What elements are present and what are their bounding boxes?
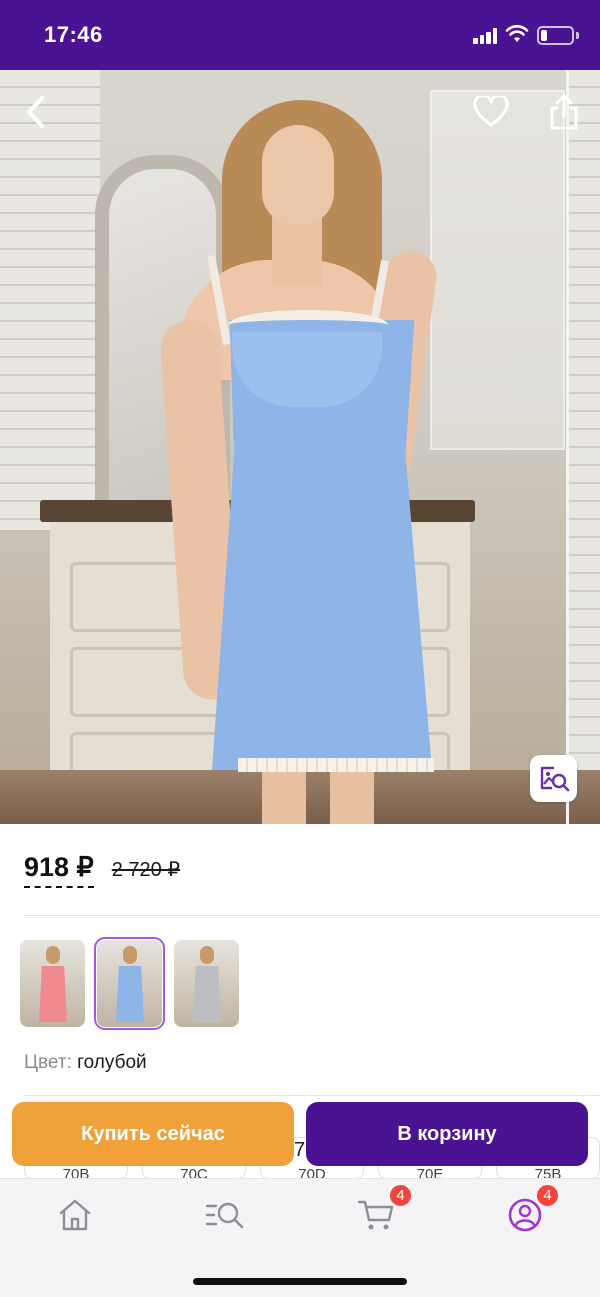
- back-button[interactable]: [14, 90, 58, 134]
- color-variant-gray[interactable]: [174, 940, 239, 1027]
- divider: [24, 915, 600, 916]
- share-button[interactable]: [542, 90, 586, 134]
- home-icon: [59, 1199, 91, 1231]
- status-bar: 17:46: [0, 0, 600, 70]
- wifi-icon: [505, 25, 529, 42]
- color-variant-pink[interactable]: [20, 940, 85, 1027]
- share-icon: [550, 94, 578, 130]
- signal-icon: [473, 28, 499, 44]
- tab-catalog-search[interactable]: [203, 1193, 247, 1237]
- price-old: 2 720 ₽: [111, 859, 181, 881]
- color-label: Цвет: голубой: [24, 1052, 147, 1074]
- image-search-icon: [540, 766, 569, 791]
- search-by-photo-button[interactable]: [530, 755, 577, 802]
- product-image[interactable]: [0, 70, 600, 824]
- model-face: [262, 125, 334, 225]
- cart-icon: [357, 1200, 394, 1230]
- search-catalog-icon: [205, 1202, 244, 1229]
- home-indicator: [193, 1278, 407, 1285]
- divider: [24, 1095, 600, 1096]
- favorite-button[interactable]: [469, 90, 513, 134]
- chevron-left-icon: [27, 96, 44, 128]
- buy-now-button[interactable]: Купить сейчас: [12, 1102, 294, 1166]
- price-row: 918 ₽ 2 720 ₽: [24, 852, 180, 892]
- profile-badge: 4: [535, 1183, 560, 1208]
- status-time: 17:46: [44, 22, 103, 47]
- price-current[interactable]: 918 ₽: [24, 852, 94, 888]
- heart-outline-icon: [473, 96, 509, 127]
- color-variant-blue[interactable]: [94, 937, 165, 1030]
- tab-home[interactable]: [53, 1193, 97, 1237]
- cart-badge: 4: [388, 1183, 413, 1208]
- color-label-prefix: Цвет:: [24, 1052, 72, 1073]
- color-value: голубой: [77, 1052, 147, 1073]
- battery-icon: [537, 26, 574, 45]
- add-to-cart-button[interactable]: В корзину: [306, 1102, 588, 1166]
